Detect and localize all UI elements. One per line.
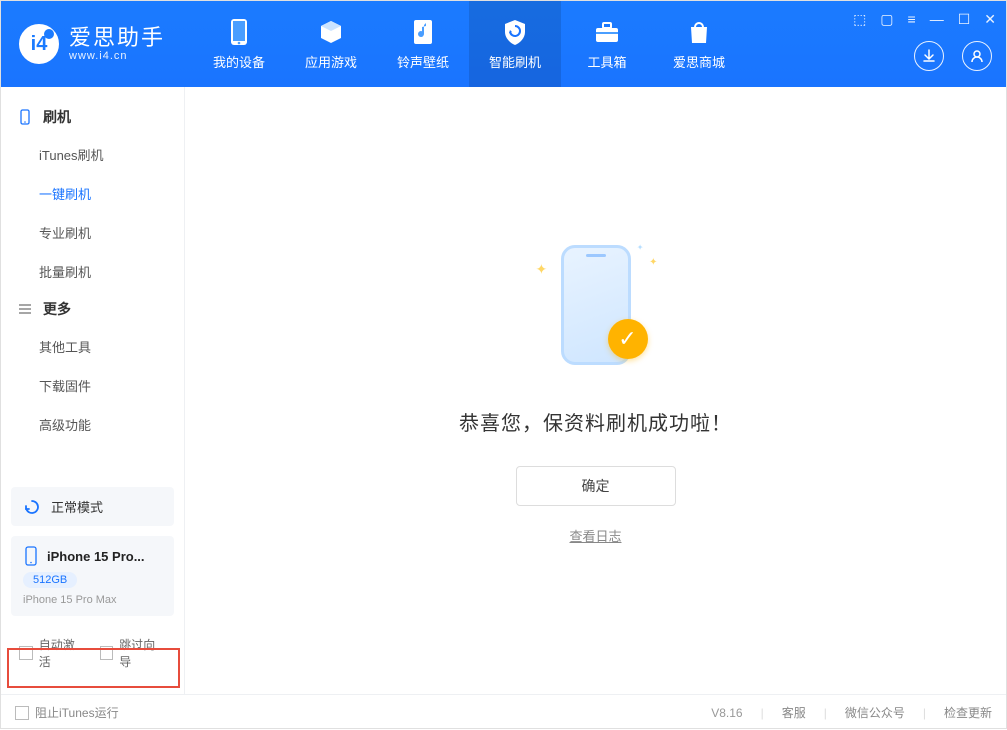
- sidebar-item-pro-flash[interactable]: 专业刷机: [39, 213, 184, 252]
- phone-icon: [225, 18, 253, 46]
- nav-ringtones-wallpapers[interactable]: 铃声壁纸: [377, 1, 469, 87]
- device-status[interactable]: 正常模式: [11, 487, 174, 526]
- footer-link-support[interactable]: 客服: [782, 704, 806, 721]
- sidebar-item-other-tools[interactable]: 其他工具: [39, 327, 184, 366]
- window-controls: ⬚ ▢ ≡ — ☐ ✕: [853, 11, 996, 28]
- nav-my-device[interactable]: 我的设备: [193, 1, 285, 87]
- footer-link-check-update[interactable]: 检查更新: [944, 704, 992, 721]
- sidebar-item-download-firmware[interactable]: 下载固件: [39, 366, 184, 405]
- menu-icon[interactable]: ≡: [908, 11, 916, 28]
- sidebar-group-more[interactable]: 更多: [1, 291, 184, 327]
- device-name: iPhone 15 Pro...: [47, 549, 145, 564]
- feedback-icon[interactable]: ▢: [880, 11, 893, 28]
- app-header: i4 爱思助手 www.i4.cn 我的设备 应用游戏 铃声壁纸 智能刷机 工具…: [1, 1, 1006, 87]
- device-model: iPhone 15 Pro Max: [23, 594, 162, 606]
- music-note-icon: [409, 18, 437, 46]
- shield-refresh-icon: [501, 18, 529, 46]
- user-icon[interactable]: [962, 41, 992, 71]
- checkbox-skip-guide[interactable]: 跳过向导: [100, 636, 167, 670]
- maximize-icon[interactable]: ☐: [958, 11, 971, 28]
- close-icon[interactable]: ✕: [984, 11, 996, 28]
- footer-link-wechat[interactable]: 微信公众号: [845, 704, 905, 721]
- checkbox-block-itunes[interactable]: 阻止iTunes运行: [15, 704, 119, 721]
- cube-icon: [317, 18, 345, 46]
- storage-badge: 512GB: [23, 572, 77, 588]
- header-actions: [914, 41, 992, 71]
- version-label: V8.16: [711, 706, 742, 720]
- toolbox-icon: [593, 18, 621, 46]
- check-badge-icon: ✓: [608, 319, 648, 359]
- checkbox-auto-activate[interactable]: 自动激活: [19, 636, 86, 670]
- flash-group-icon: [17, 109, 33, 125]
- brand-title: 爱思助手: [69, 26, 165, 50]
- sidebar-item-itunes-flash[interactable]: iTunes刷机: [39, 135, 184, 174]
- main-content: ✦ ✦ ✦ ✓ 恭喜您，保资料刷机成功啦！ 确定 查看日志: [185, 87, 1006, 694]
- more-group-icon: [17, 301, 33, 317]
- success-illustration: ✦ ✦ ✦ ✓: [526, 237, 666, 377]
- sidebar-item-advanced[interactable]: 高级功能: [39, 405, 184, 444]
- logo-icon: i4: [19, 24, 59, 64]
- ok-button[interactable]: 确定: [516, 466, 676, 506]
- minimize-icon[interactable]: —: [930, 11, 944, 28]
- nav-toolbox[interactable]: 工具箱: [561, 1, 653, 87]
- nav-store[interactable]: 爱思商城: [653, 1, 745, 87]
- top-nav: 我的设备 应用游戏 铃声壁纸 智能刷机 工具箱 爱思商城: [193, 1, 745, 87]
- sidebar-group-flash[interactable]: 刷机: [1, 99, 184, 135]
- sidebar-checkbox-row: 自动激活 跳过向导: [11, 624, 174, 682]
- sidebar: 刷机 iTunes刷机 一键刷机 专业刷机 批量刷机 更多 其他工具 下载固件 …: [1, 87, 185, 694]
- download-icon[interactable]: [914, 41, 944, 71]
- view-log-link[interactable]: 查看日志: [569, 526, 621, 545]
- brand-area: i4 爱思助手 www.i4.cn: [1, 24, 183, 64]
- nav-smart-flash[interactable]: 智能刷机: [469, 1, 561, 87]
- shopping-bag-icon: [685, 18, 713, 46]
- success-message: 恭喜您，保资料刷机成功啦！: [459, 407, 732, 436]
- nav-apps-games[interactable]: 应用游戏: [285, 1, 377, 87]
- refresh-status-icon: [23, 498, 41, 516]
- sidebar-item-onekey-flash[interactable]: 一键刷机: [39, 174, 184, 213]
- skin-icon[interactable]: ⬚: [853, 11, 866, 28]
- device-phone-icon: [23, 546, 39, 566]
- brand-subtitle: www.i4.cn: [69, 50, 165, 62]
- sidebar-item-batch-flash[interactable]: 批量刷机: [39, 252, 184, 291]
- footer: 阻止iTunes运行 V8.16 | 客服 | 微信公众号 | 检查更新: [1, 694, 1006, 730]
- device-card[interactable]: iPhone 15 Pro... 512GB iPhone 15 Pro Max: [11, 536, 174, 616]
